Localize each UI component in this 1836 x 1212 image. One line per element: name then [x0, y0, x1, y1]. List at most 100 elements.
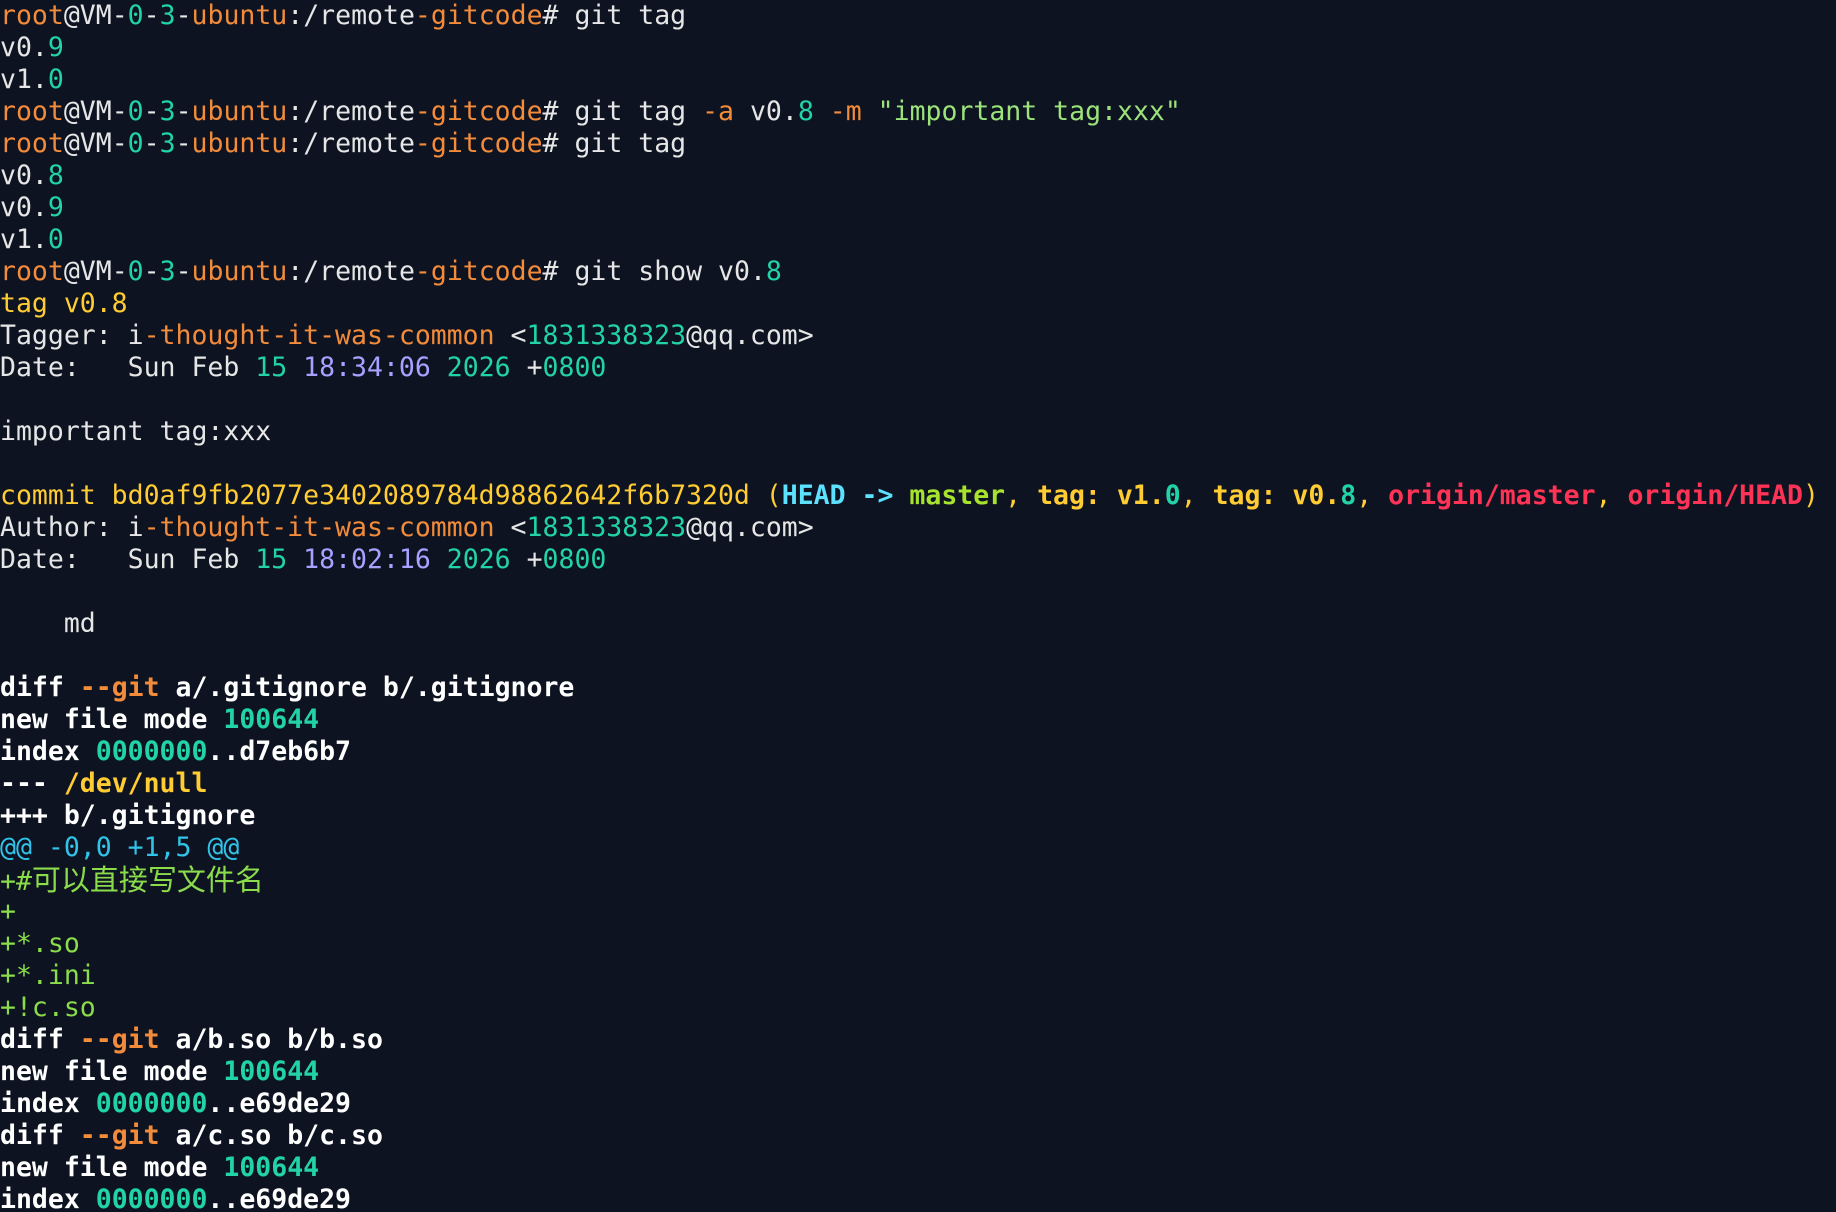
terminal-text: 9	[47, 192, 64, 223]
terminal-text: "important tag:xxx"	[877, 96, 1181, 127]
terminal-text: 8	[765, 256, 782, 287]
terminal-text: @VM-	[63, 128, 128, 159]
terminal-text: ubuntu	[191, 128, 288, 159]
terminal-output: root@VM-0-3-ubuntu:/remote-gitcode# git …	[0, 0, 1836, 1212]
terminal-text: ,	[1595, 480, 1628, 511]
terminal-text: Tagger: i	[0, 320, 144, 351]
terminal-text: HEAD ->	[781, 480, 910, 511]
terminal-text: -thought-it-was-common	[143, 512, 495, 543]
terminal-text: Date: Sun Feb	[0, 544, 256, 575]
terminal-text: -	[143, 128, 160, 159]
terminal-text: important tag:xxx	[0, 416, 272, 447]
terminal-text: @VM-	[63, 0, 128, 31]
terminal-text: :/remote	[287, 0, 415, 31]
terminal-text: -gitcode	[414, 256, 543, 287]
terminal-text: index	[0, 1184, 96, 1212]
terminal-text: ---	[0, 768, 64, 799]
terminal-text: master	[909, 480, 1006, 511]
terminal-text: -	[175, 96, 192, 127]
terminal-text: 0000000	[95, 1088, 208, 1119]
terminal-text: ..e69de29	[207, 1088, 352, 1119]
terminal-line: index 0000000..e69de29	[0, 1184, 1836, 1212]
terminal-text: 1831338323	[526, 512, 687, 543]
terminal-line: Date: Sun Feb 15 18:02:16 2026 +0800	[0, 544, 1836, 576]
terminal-line: v0.8	[0, 160, 1836, 192]
terminal-text: 0	[47, 224, 64, 255]
terminal-text: 0	[127, 256, 144, 287]
terminal-text: @@ -0,0 +1,5 @@	[0, 832, 240, 863]
terminal-line: diff --git a/c.so b/c.so	[0, 1120, 1836, 1152]
terminal-text: 8	[1340, 480, 1357, 511]
terminal-line: tag v0.8	[0, 288, 1836, 320]
terminal-text: 18:34:06	[303, 352, 431, 383]
terminal-text: root	[0, 96, 64, 127]
terminal-text: 3	[159, 0, 176, 31]
terminal-text: 2026	[446, 544, 511, 575]
terminal-text: v0.	[0, 192, 48, 223]
terminal-text: 0000000	[95, 1184, 208, 1212]
terminal-line: +++ b/.gitignore	[0, 800, 1836, 832]
terminal-line: root@VM-0-3-ubuntu:/remote-gitcode# git …	[0, 96, 1836, 128]
terminal-text: @qq.com>	[686, 320, 814, 351]
terminal-text: index	[0, 1088, 96, 1119]
terminal-text: <	[494, 512, 527, 543]
terminal-text: ubuntu	[191, 96, 288, 127]
terminal-text: -	[143, 256, 160, 287]
terminal-line: new file mode 100644	[0, 1056, 1836, 1088]
terminal-text: 100644	[223, 704, 320, 735]
terminal-text: ,	[1180, 480, 1213, 511]
terminal-line: md	[0, 608, 1836, 640]
terminal-text: ubuntu	[191, 0, 288, 31]
terminal-text: 0800	[542, 352, 607, 383]
terminal-text: +	[510, 544, 543, 575]
terminal-line: +!c.so	[0, 992, 1836, 1024]
terminal-text: +*.ini	[0, 960, 96, 991]
terminal-text: @VM-	[63, 256, 128, 287]
terminal-text: +	[510, 352, 543, 383]
terminal-line: v1.0	[0, 64, 1836, 96]
terminal-line: index 0000000..d7eb6b7	[0, 736, 1836, 768]
terminal-line: v0.9	[0, 192, 1836, 224]
terminal-line: v0.9	[0, 32, 1836, 64]
terminal-text: 可以直接写文件名	[31, 863, 264, 897]
terminal-line: commit bd0af9fb2077e3402089784d98862642f…	[0, 480, 1836, 512]
terminal-text: v0.	[734, 96, 798, 127]
terminal-line: new file mode 100644	[0, 704, 1836, 736]
terminal-text: origin/HEAD	[1627, 480, 1803, 511]
terminal-text: md	[0, 608, 96, 639]
terminal-text: -gitcode	[414, 0, 543, 31]
terminal-text: 8	[797, 96, 814, 127]
terminal-text: diff	[0, 1024, 80, 1055]
terminal-text: a/.gitignore b/.gitignore	[159, 672, 575, 703]
terminal-text: ,	[1005, 480, 1038, 511]
terminal-text: 18:02:16	[303, 544, 431, 575]
terminal-text: 3	[159, 128, 176, 159]
terminal-text: -gitcode	[414, 96, 543, 127]
terminal-text: 0	[127, 96, 144, 127]
terminal-text: # git tag	[542, 96, 703, 127]
terminal-text: tag: v1.	[1037, 480, 1165, 511]
terminal-text: -	[143, 96, 160, 127]
terminal-text: -m	[829, 96, 862, 127]
terminal-text: :/remote	[287, 256, 415, 287]
terminal-text: +	[0, 896, 16, 927]
terminal-text: 9	[47, 32, 64, 63]
terminal-text: @VM-	[63, 96, 128, 127]
terminal-text: Author: i	[0, 512, 144, 543]
terminal-line: root@VM-0-3-ubuntu:/remote-gitcode# git …	[0, 0, 1836, 32]
terminal-text: tag v0.8	[0, 288, 128, 319]
terminal-text: root	[0, 256, 64, 287]
terminal-text: 8	[47, 160, 64, 191]
terminal-text: --git	[79, 1120, 160, 1151]
terminal-text: diff	[0, 1120, 80, 1151]
terminal-text: -	[143, 0, 160, 31]
terminal-text: @qq.com>	[686, 512, 814, 543]
terminal-text: commit bd0af9fb2077e3402089784d98862642f…	[0, 480, 782, 511]
terminal-text: +*.so	[0, 928, 80, 959]
terminal-line: important tag:xxx	[0, 416, 1836, 448]
terminal-line: diff --git a/b.so b/b.so	[0, 1024, 1836, 1056]
